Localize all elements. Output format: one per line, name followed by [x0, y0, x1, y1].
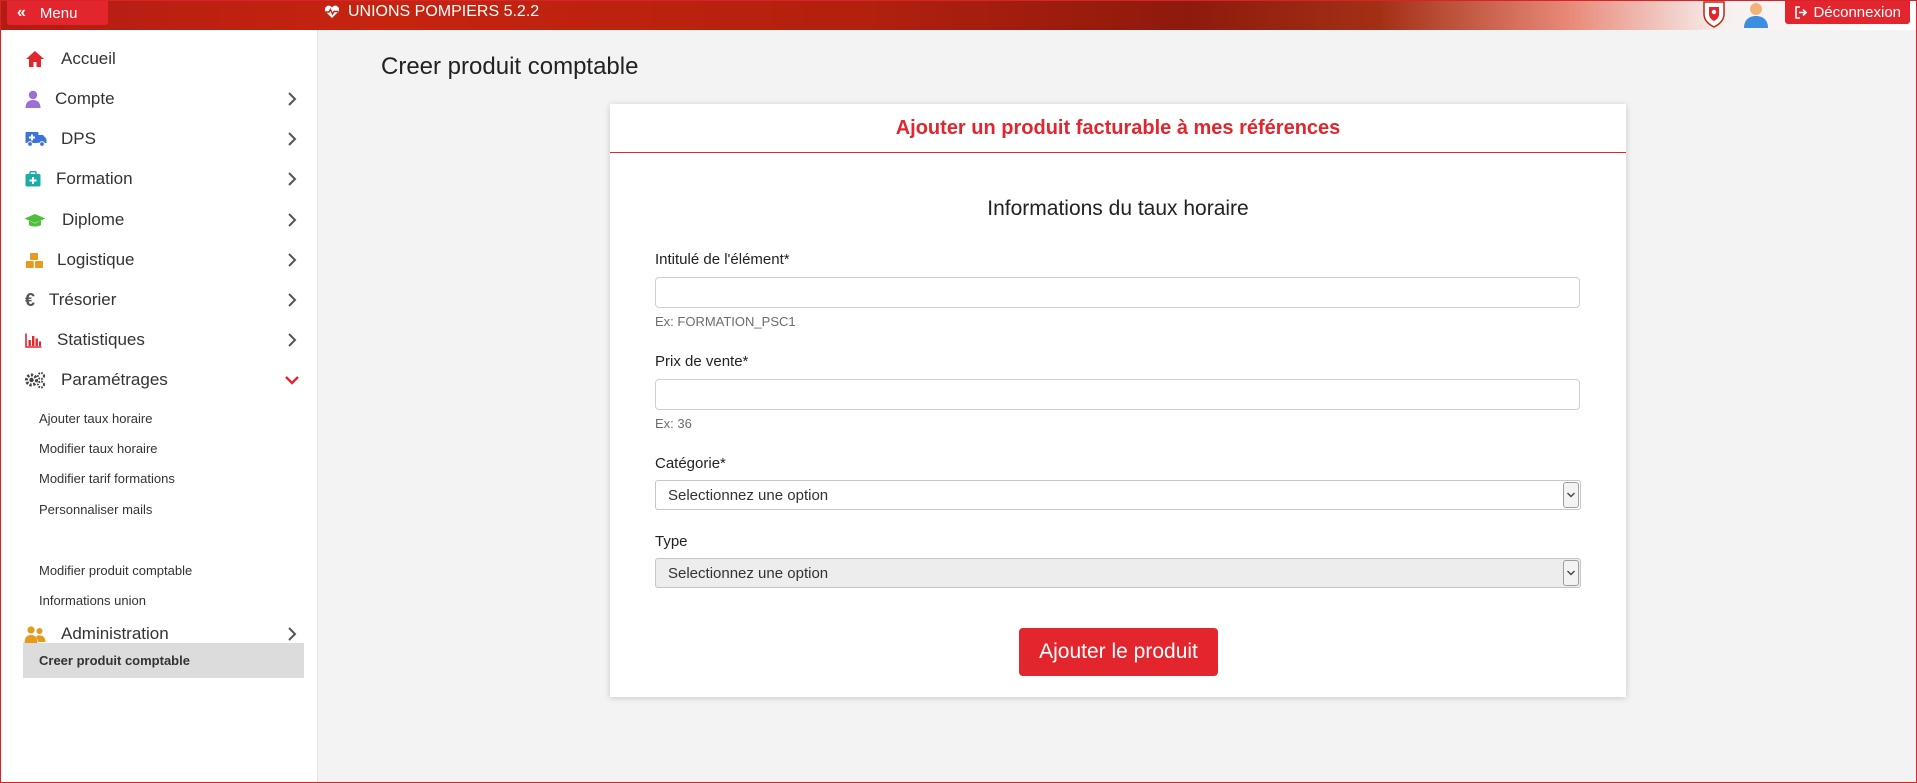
- sidebar-item-label: Trésorier: [49, 290, 117, 309]
- sidebar-item-parametrages[interactable]: Paramétrages: [24, 365, 302, 395]
- sidebar-item-compte[interactable]: Compte: [24, 84, 302, 114]
- ambulance-icon: [24, 129, 48, 149]
- chevron-right-icon: [288, 213, 297, 227]
- chevron-right-icon: [288, 333, 297, 347]
- chevron-down-icon: [1563, 560, 1579, 586]
- subitem-label: Informations union: [39, 593, 146, 608]
- sidebar-item-label: Logistique: [57, 250, 135, 269]
- logout-button[interactable]: Déconnexion: [1785, 1, 1910, 24]
- user-icon: [24, 89, 42, 109]
- sidebar-item-statistiques[interactable]: Statistiques: [24, 325, 302, 355]
- sidebar-item-label: Diplome: [62, 210, 125, 229]
- chevron-down-icon: [285, 376, 299, 385]
- chevron-right-icon: [288, 172, 297, 186]
- menu-toggle-button[interactable]: « Menu: [7, 1, 108, 25]
- sidebar: Accueil Compte DPS Formation Diplome Log…: [2, 30, 318, 782]
- intitule-help: Ex: FORMATION_PSC1: [655, 314, 796, 329]
- first-aid-kit-icon: [24, 169, 42, 189]
- chevron-right-icon: [288, 132, 297, 146]
- subitem-modifier-tarif-formations[interactable]: Modifier tarif formations: [23, 461, 304, 496]
- sidebar-item-label: Compte: [55, 89, 115, 108]
- form-card: Ajouter un produit facturable à mes réfé…: [610, 104, 1626, 697]
- top-bar: « Menu UNIONS POMPIERS 5.2.2 Déconnexion: [1, 1, 1916, 30]
- chevron-right-icon: [288, 293, 297, 307]
- subitem-label: Modifier taux horaire: [39, 441, 158, 456]
- subitem-label: Creer produit comptable: [39, 653, 190, 668]
- cubes-icon: [24, 250, 44, 270]
- user-avatar-icon[interactable]: [1741, 1, 1771, 28]
- sidebar-item-administration[interactable]: Administration: [24, 619, 302, 649]
- intitule-label: Intitulé de l'élément*: [655, 251, 790, 268]
- subitem-label: Ajouter taux horaire: [39, 411, 153, 426]
- add-product-button[interactable]: Ajouter le produit: [1019, 628, 1218, 676]
- bar-chart-icon: [24, 330, 42, 350]
- sidebar-item-dps[interactable]: DPS: [24, 124, 302, 154]
- categorie-label: Catégorie*: [655, 455, 726, 472]
- type-select[interactable]: Selectionnez une option: [655, 558, 1581, 588]
- prix-help: Ex: 36: [655, 416, 692, 431]
- card-header: Ajouter un produit facturable à mes réfé…: [610, 104, 1626, 153]
- menu-button-label: Menu: [39, 4, 78, 22]
- sidebar-item-diplome[interactable]: Diplome: [24, 205, 302, 235]
- subitem-label: Modifier produit comptable: [39, 563, 193, 578]
- euro-icon: €: [24, 289, 35, 310]
- intitule-input[interactable]: [655, 277, 1580, 308]
- home-icon: [24, 49, 46, 69]
- sidebar-item-formation[interactable]: Formation: [24, 164, 302, 194]
- subitem-personnaliser-mails[interactable]: Personnaliser mails: [23, 492, 304, 527]
- sidebar-item-label: Accueil: [61, 49, 116, 68]
- sidebar-item-label: Statistiques: [57, 330, 145, 349]
- logout-label: Déconnexion: [1813, 4, 1901, 21]
- type-selected-value: Selectionnez une option: [668, 564, 829, 582]
- chevron-right-icon: [288, 92, 297, 106]
- chevron-down-icon: [1563, 482, 1579, 508]
- chevron-right-icon: [288, 627, 297, 641]
- prix-label: Prix de vente*: [655, 353, 749, 370]
- sidebar-item-logistique[interactable]: Logistique: [24, 245, 302, 275]
- sidebar-item-accueil[interactable]: Accueil: [24, 44, 302, 74]
- double-chevron-left-icon: «: [17, 4, 26, 21]
- sidebar-item-label: DPS: [61, 129, 96, 148]
- add-product-label: Ajouter le produit: [1039, 640, 1198, 663]
- app-title-text: UNIONS POMPIERS 5.2.2: [348, 3, 540, 20]
- prix-input[interactable]: [655, 379, 1580, 410]
- subitem-label: Personnaliser mails: [39, 502, 153, 517]
- graduation-cap-icon: [24, 210, 46, 230]
- union-logo-icon: [1703, 1, 1726, 28]
- section-title: Informations du taux horaire: [987, 197, 1249, 220]
- sidebar-item-label: Formation: [56, 169, 133, 188]
- page-title: Creer produit comptable: [381, 53, 639, 80]
- users-icon: [24, 624, 46, 644]
- card-title: Ajouter un produit facturable à mes réfé…: [895, 116, 1341, 139]
- categorie-select[interactable]: Selectionnez une option: [655, 480, 1581, 510]
- subitem-label: Modifier tarif formations: [39, 471, 175, 486]
- chevron-right-icon: [288, 253, 297, 267]
- subitem-informations-union[interactable]: Informations union: [23, 583, 304, 618]
- categorie-selected-value: Selectionnez une option: [668, 486, 829, 504]
- sidebar-item-label: Paramétrages: [61, 370, 168, 389]
- app-title: UNIONS POMPIERS 5.2.2: [324, 1, 539, 23]
- sidebar-item-label: Administration: [61, 624, 169, 643]
- sidebar-item-tresorier[interactable]: € Trésorier: [24, 285, 302, 315]
- type-label: Type: [655, 533, 688, 550]
- sign-out-icon: [1795, 6, 1808, 19]
- heartbeat-icon: [324, 5, 340, 18]
- gears-icon: [24, 370, 46, 390]
